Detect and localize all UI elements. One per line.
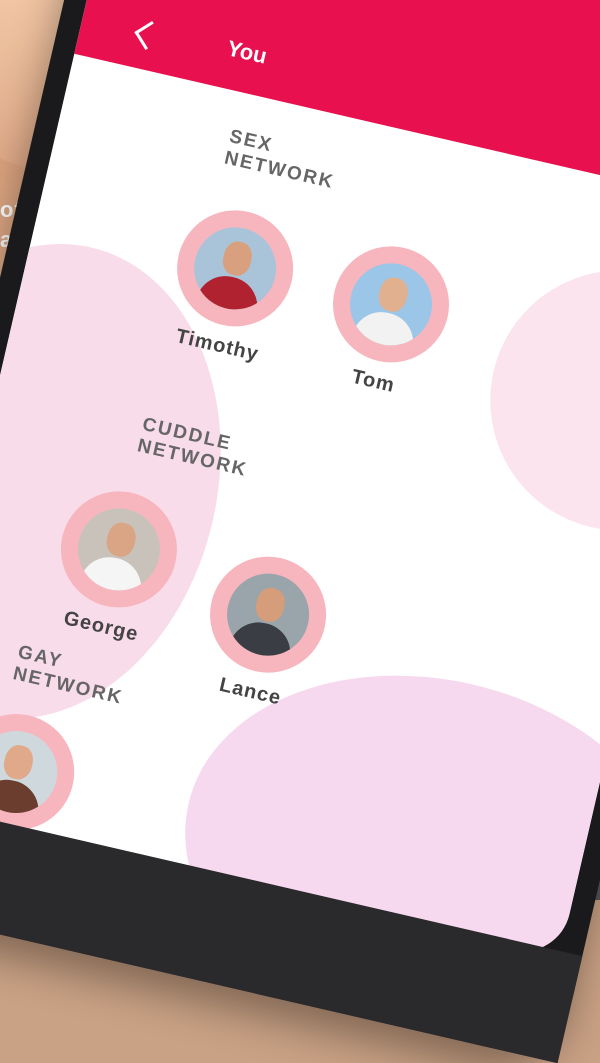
avatar-body	[77, 551, 148, 599]
phone-screen: You SEX NETWORK Timothy Tom CUDDLE NETWO…	[0, 0, 600, 961]
avatar-ring	[49, 479, 189, 619]
person-timothy[interactable]: Timothy	[151, 197, 311, 371]
phone: You SEX NETWORK Timothy Tom CUDDLE NETWO…	[0, 0, 600, 1063]
avatar-ring	[0, 702, 86, 842]
avatar	[218, 565, 318, 664]
avatar	[69, 500, 169, 599]
section-sex-network: SEX NETWORK	[222, 126, 341, 194]
avatar	[185, 219, 285, 318]
avatar-head	[103, 519, 139, 560]
avatar-head	[375, 274, 411, 315]
decorative-blob	[464, 244, 600, 557]
avatar-body	[349, 306, 420, 354]
person-tom[interactable]: Tom	[307, 233, 467, 407]
avatar-body	[0, 773, 45, 822]
avatar	[0, 722, 66, 822]
person-name: Tom	[349, 365, 398, 397]
avatar-body	[226, 616, 297, 664]
back-arrow-icon[interactable]	[134, 21, 164, 50]
avatar-ring	[165, 198, 305, 338]
avatar-head	[252, 585, 288, 625]
person-name: Lance	[217, 673, 284, 710]
avatar-head	[0, 742, 36, 783]
avatar-ring	[321, 234, 461, 374]
avatar	[341, 255, 441, 354]
avatar-ring	[198, 545, 338, 685]
avatar-body	[193, 270, 264, 318]
header-title: You	[224, 35, 270, 69]
app-header: You	[74, 0, 600, 206]
avatar-head	[219, 238, 255, 279]
